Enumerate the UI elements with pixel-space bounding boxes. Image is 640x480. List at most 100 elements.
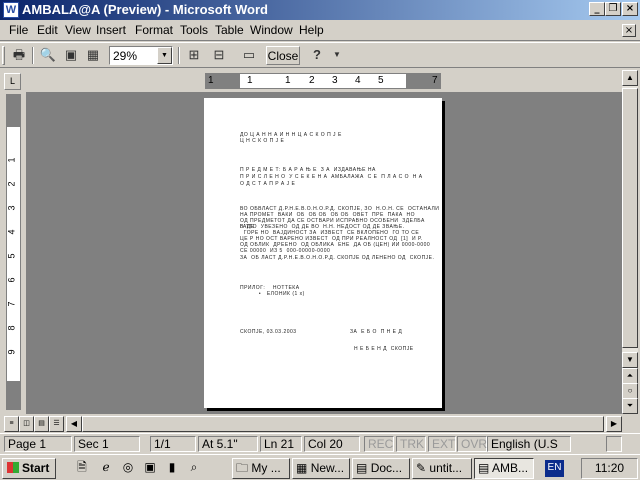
- scroll-thumb[interactable]: [622, 88, 638, 348]
- doc-footer-left: СКОПЈЕ, 03.03.2003: [240, 329, 297, 335]
- scroll-right-button[interactable]: ▶: [606, 416, 622, 432]
- task-new[interactable]: ▦ New...: [292, 458, 350, 479]
- menu-table[interactable]: Table: [215, 23, 244, 37]
- normal-view-button[interactable]: ≡: [4, 416, 19, 432]
- full-screen-button[interactable]: ▭: [238, 45, 260, 66]
- magnifier-button[interactable]: 🔍: [37, 45, 59, 66]
- zoom-value: 29%: [113, 49, 138, 63]
- word-app-icon[interactable]: W: [3, 2, 19, 18]
- quicklaunch-explorer[interactable]: ◎: [120, 460, 136, 476]
- shrink-to-fit-button[interactable]: ⊟: [208, 45, 230, 66]
- taskbar: Start 🗎 ℯ ◎ ▣ ▮ ⌕ 🗀 My ... ▦ New... ▤ Do…: [0, 454, 640, 480]
- minimize-button[interactable]: _: [589, 2, 605, 16]
- status-at[interactable]: At 5.1": [198, 436, 258, 452]
- chevron-down-icon: ▼: [333, 50, 341, 59]
- multiple-pages-button[interactable]: ▦: [82, 45, 104, 66]
- status-rec[interactable]: REC: [364, 436, 394, 452]
- menu-insert[interactable]: Insert: [96, 23, 126, 37]
- double-down-icon: ⏷: [626, 401, 634, 410]
- status-trk[interactable]: TRK: [396, 436, 426, 452]
- close-window-button[interactable]: ×: [622, 2, 638, 16]
- quicklaunch-app[interactable]: ▮: [164, 460, 180, 476]
- double-up-icon: ⏶: [626, 371, 634, 380]
- ruler-number: 1: [208, 75, 214, 86]
- scroll-up-button[interactable]: ▲: [622, 70, 638, 86]
- scroll-down-button[interactable]: ▼: [622, 352, 638, 368]
- clock[interactable]: 11:20: [595, 461, 624, 475]
- vertical-ruler[interactable]: 1 2 3 4 5 6 7 8 9: [6, 94, 21, 410]
- document-page[interactable]: ДО Ц А Н Н А И Н Н Ц А С К О П Ј Е Ц Н С…: [204, 98, 442, 408]
- arrow-down-icon: ▼: [626, 355, 634, 364]
- one-page-button[interactable]: ▣: [60, 45, 82, 66]
- tab-selector[interactable]: L: [4, 73, 21, 90]
- previous-page-button[interactable]: ⏶: [622, 368, 638, 384]
- status-page-count[interactable]: 1/1: [150, 436, 196, 452]
- arrow-right-icon: ▶: [610, 419, 618, 428]
- title-bar: W AMBALA@A (Preview) - Microsoft Word _ …: [0, 0, 640, 20]
- language-indicator[interactable]: EN: [545, 460, 564, 477]
- document-close-button[interactable]: ×: [622, 24, 636, 37]
- menu-view[interactable]: View: [65, 23, 91, 37]
- next-page-button[interactable]: ⏷: [622, 398, 638, 414]
- help-icon: ?: [313, 47, 321, 62]
- horizontal-scroll-thumb[interactable]: [82, 416, 604, 432]
- browse-object-icon: ○: [627, 386, 633, 395]
- menu-window[interactable]: Window: [250, 23, 293, 37]
- chevron-down-icon[interactable]: ▼: [157, 47, 172, 64]
- toolbar-grip[interactable]: [2, 46, 5, 65]
- status-ovr[interactable]: OVR: [457, 436, 487, 452]
- menu-edit[interactable]: Edit: [37, 23, 58, 37]
- printer-icon: 🖶: [12, 47, 26, 62]
- ruler-number: 1: [285, 75, 291, 86]
- horizontal-ruler[interactable]: 1 1 1 2 3 4 5 7: [205, 73, 441, 89]
- horizontal-scrollbar[interactable]: ◀ ▶: [66, 416, 622, 432]
- status-line[interactable]: Ln 21: [260, 436, 302, 452]
- quicklaunch-desktop[interactable]: ▣: [142, 460, 158, 476]
- doc-footer-right: ЗА Е Б О П Н Е Д: [350, 329, 403, 335]
- web-layout-button[interactable]: ◫: [19, 416, 34, 432]
- quicklaunch-word[interactable]: 🗎: [74, 460, 90, 476]
- scroll-left-button[interactable]: ◀: [66, 416, 82, 432]
- top-margin-area: [7, 95, 20, 127]
- menu-help[interactable]: Help: [299, 23, 324, 37]
- ruler-number: 6: [6, 277, 17, 283]
- vertical-scrollbar[interactable]: ▲ ▼ ⏶ ○ ⏷: [622, 70, 638, 414]
- toolbar-separator: [32, 47, 34, 64]
- outline-view-button[interactable]: ☰: [49, 416, 64, 432]
- task-ambala[interactable]: ▤ AMB...: [474, 458, 534, 479]
- doc-subject-3: О Д С Т А П Р А Ј Е: [240, 181, 296, 187]
- task-my-computer[interactable]: 🗀 My ...: [232, 458, 290, 479]
- close-preview-button[interactable]: Close: [266, 46, 300, 65]
- menu-tools[interactable]: Tools: [180, 23, 208, 37]
- task-untitled[interactable]: ✎ untit...: [412, 458, 472, 479]
- browser-icon: ℯ: [102, 460, 110, 474]
- status-section[interactable]: Sec 1: [74, 436, 140, 452]
- quicklaunch-search[interactable]: ⌕: [186, 460, 202, 476]
- restore-button[interactable]: ❐: [605, 2, 621, 16]
- view-ruler-button[interactable]: ⊞: [183, 45, 205, 66]
- paint-icon: ✎: [416, 461, 427, 475]
- toolbar-options-button[interactable]: ▼: [326, 45, 348, 66]
- start-label: Start: [22, 461, 50, 475]
- quicklaunch-ie[interactable]: ℯ: [98, 460, 114, 476]
- status-ext[interactable]: EXT: [428, 436, 456, 452]
- task-doc[interactable]: ▤ Doc...: [352, 458, 410, 479]
- status-page[interactable]: Page 1: [4, 436, 72, 452]
- menu-format[interactable]: Format: [135, 23, 173, 37]
- status-language[interactable]: English (U.S: [487, 436, 571, 452]
- print-preview-toolbar: 🖶 🔍 ▣ ▦ 29% ▼ ⊞ ⊟ ▭ Close ? ▼: [0, 42, 640, 68]
- view-buttons: ≡ ◫ ▤ ☰: [4, 416, 66, 432]
- context-help-button[interactable]: ?: [306, 45, 328, 66]
- task-label: AMB...: [492, 461, 529, 475]
- print-layout-button[interactable]: ▤: [34, 416, 49, 432]
- print-button[interactable]: 🖶: [8, 45, 30, 66]
- task-label: untit...: [429, 461, 463, 475]
- spelling-status[interactable]: [606, 436, 622, 452]
- document-icon: ▤: [356, 461, 368, 475]
- select-browse-object-button[interactable]: ○: [622, 383, 638, 399]
- menu-file[interactable]: File: [9, 23, 28, 37]
- zoom-select[interactable]: 29% ▼: [109, 46, 173, 65]
- status-column[interactable]: Col 20: [304, 436, 360, 452]
- computer-icon: ▣: [144, 460, 156, 474]
- start-button[interactable]: Start: [2, 458, 56, 479]
